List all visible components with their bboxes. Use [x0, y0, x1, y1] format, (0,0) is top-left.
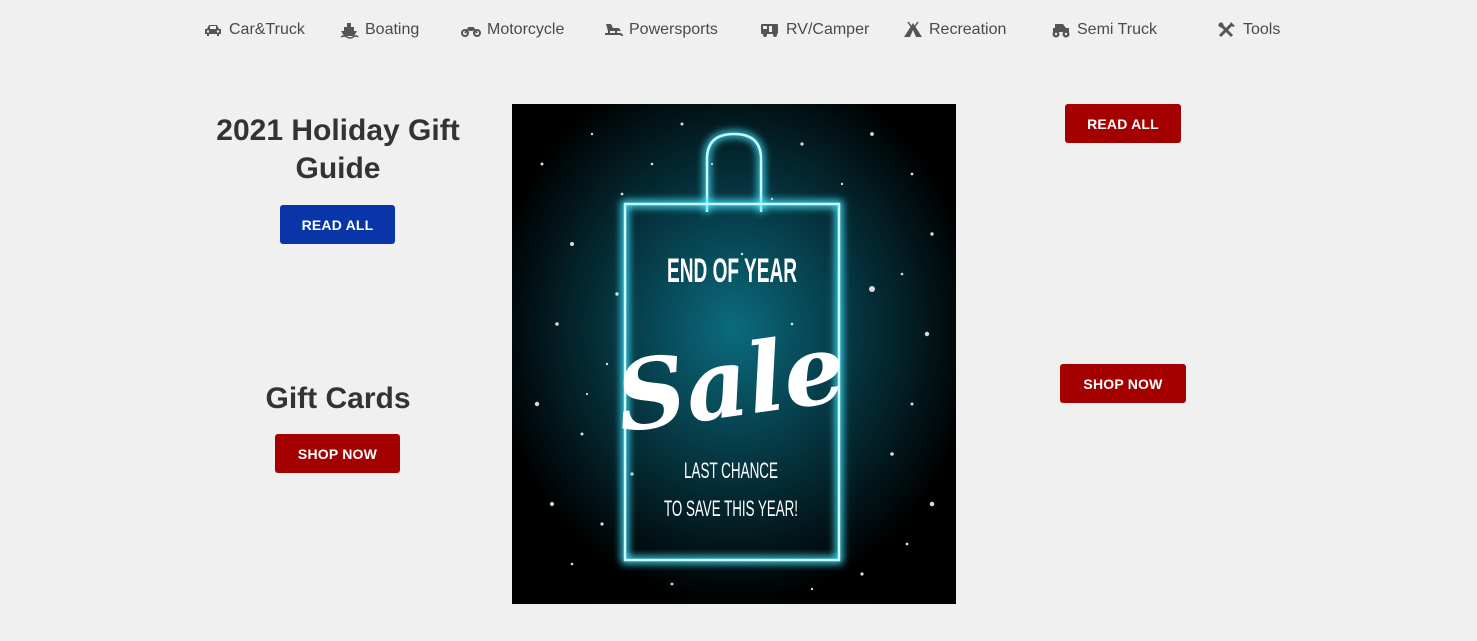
gift-guide-title-line2: Guide — [295, 152, 381, 185]
rv-icon — [760, 21, 780, 39]
nav-item-label: Semi Truck — [1077, 21, 1158, 38]
tools-icon — [1217, 21, 1237, 39]
tent-icon — [903, 21, 923, 39]
nav-item-label: RV/Camper — [786, 21, 870, 38]
motorcycle-icon — [461, 21, 481, 39]
nav-item-recreation[interactable]: Recreation — [903, 18, 1006, 42]
boat-icon — [339, 21, 359, 39]
nav-item-boating[interactable]: Boating — [339, 18, 419, 42]
nav-item-label: Motorcycle — [487, 21, 565, 38]
gift-cards-shop-now-button[interactable]: SHOP NOW — [275, 434, 400, 473]
nav-item-tools[interactable]: Tools — [1217, 18, 1280, 42]
snowmobile-icon — [603, 21, 623, 39]
gift-guide-read-all-button[interactable]: READ ALL — [280, 205, 395, 244]
nav-item-semi-truck[interactable]: Semi Truck — [1051, 18, 1157, 42]
nav-item-rv-camper[interactable]: RV/Camper — [760, 18, 869, 42]
promo-line-last-chance: LAST CHANCE — [684, 458, 778, 483]
nav-item-label: Tools — [1243, 21, 1281, 38]
sale-banner-artwork: END OF YEAR Sale LAST CHANCE TO SAVE THI… — [512, 104, 956, 604]
nav-item-label: Powersports — [629, 21, 718, 38]
nav-item-label: Boating — [365, 21, 420, 38]
right-read-all-button[interactable]: READ ALL — [1065, 104, 1181, 143]
category-nav: Car&Truck Boating Motorcycle Powersports… — [0, 0, 1477, 60]
gift-guide-title-line1: 2021 Holiday Gift — [216, 114, 460, 147]
nav-item-label: Car&Truck — [229, 21, 305, 38]
nav-item-label: Recreation — [929, 21, 1007, 38]
promo-line-save: TO SAVE THIS YEAR! — [664, 496, 798, 521]
right-shop-now-button[interactable]: SHOP NOW — [1060, 364, 1186, 403]
promo-line-end-of-year: END OF YEAR — [667, 252, 797, 290]
nav-item-motorcycle[interactable]: Motorcycle — [461, 18, 564, 42]
monster-truck-icon — [1051, 21, 1071, 39]
nav-item-car-truck[interactable]: Car&Truck — [203, 18, 305, 42]
car-icon — [203, 21, 223, 39]
gift-guide-title: 2021 Holiday Gift Guide — [198, 112, 478, 188]
end-of-year-sale-banner[interactable]: END OF YEAR Sale LAST CHANCE TO SAVE THI… — [512, 104, 956, 604]
nav-item-powersports[interactable]: Powersports — [603, 18, 718, 42]
gift-cards-title: Gift Cards — [265, 382, 411, 415]
